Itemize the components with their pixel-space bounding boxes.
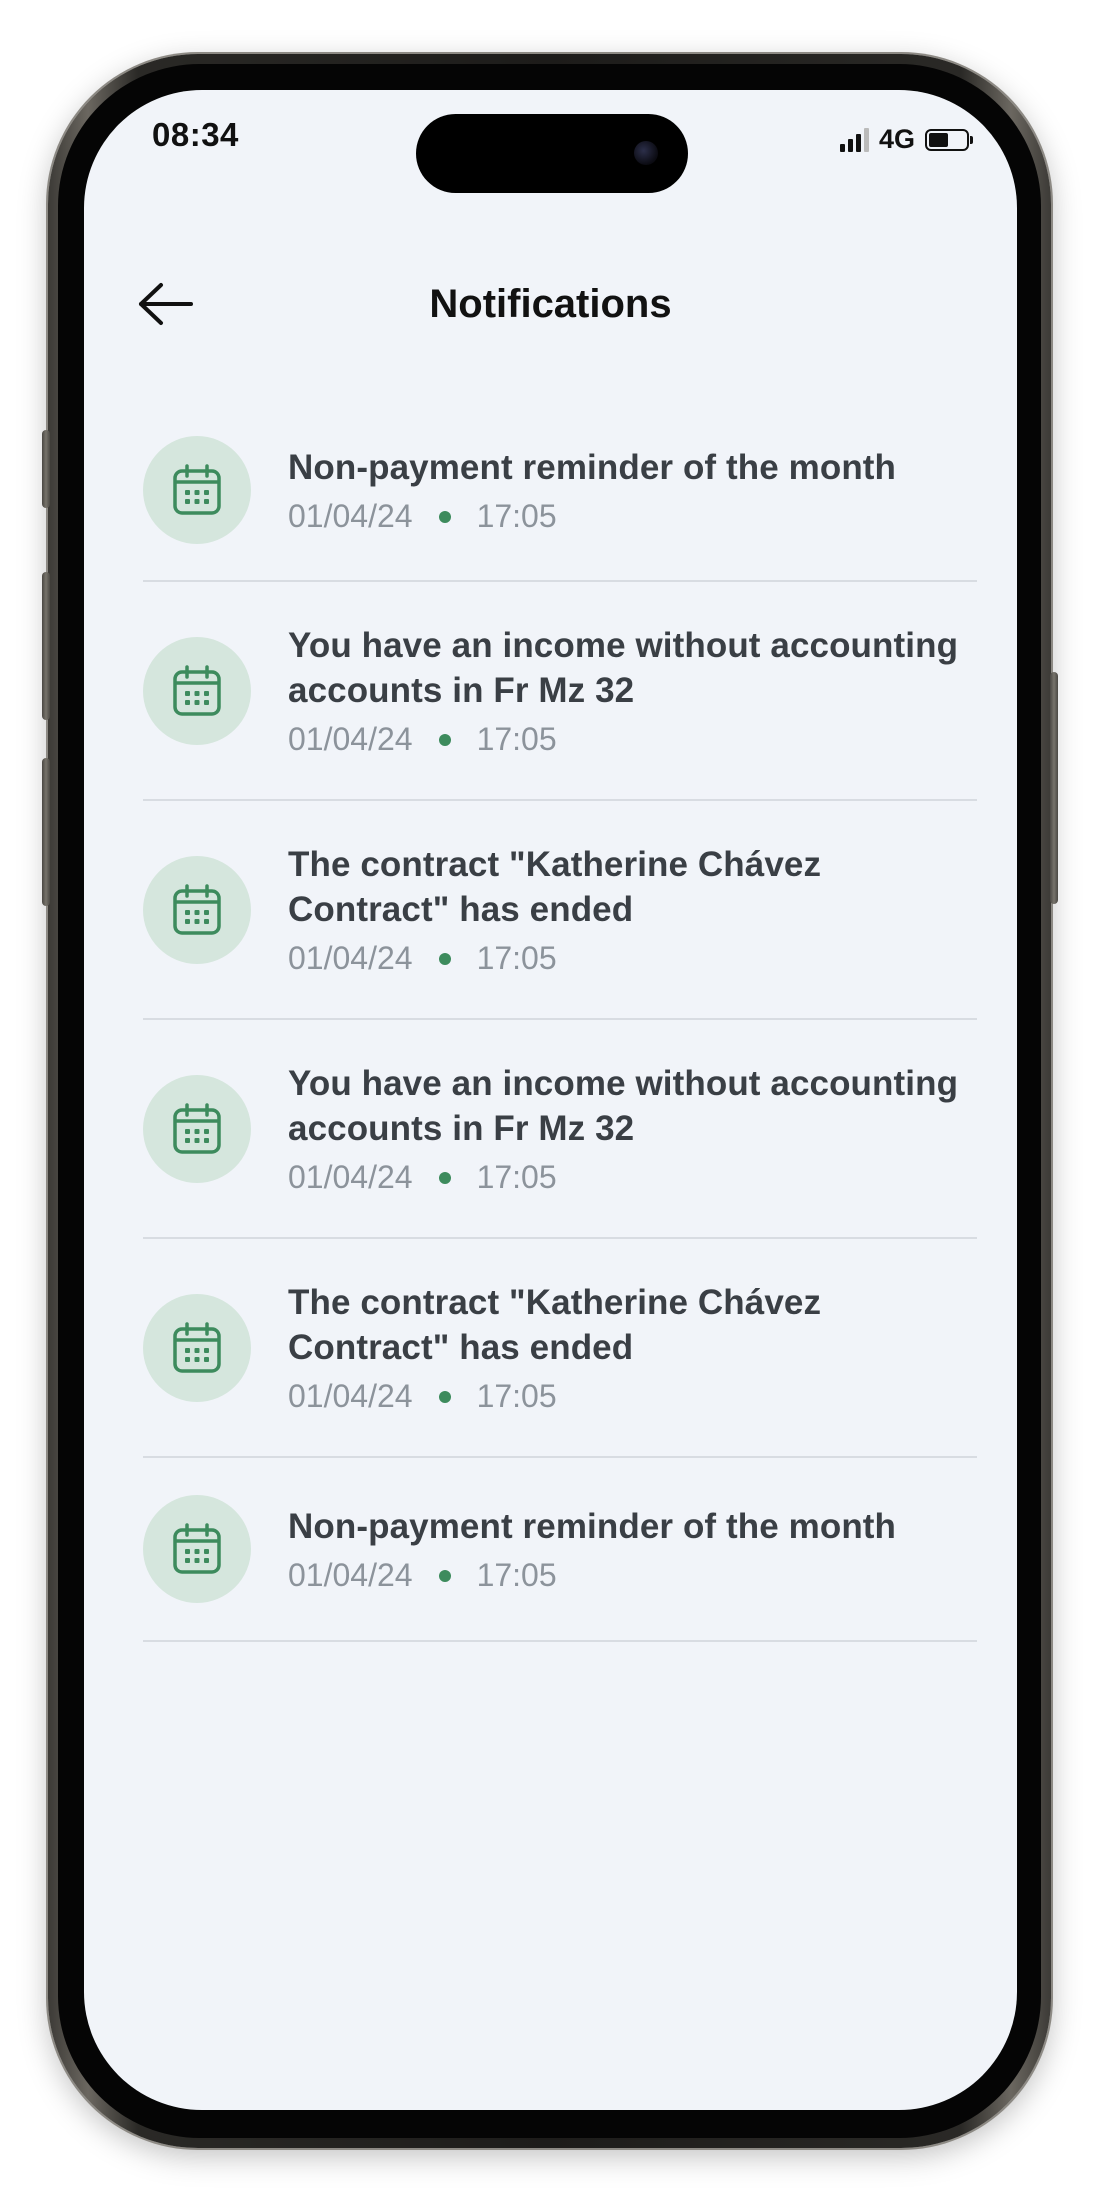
calendar-icon <box>173 1321 221 1373</box>
notification-date: 01/04/24 <box>288 1557 413 1593</box>
notification-date: 01/04/24 <box>288 940 413 976</box>
notification-icon-badge <box>143 1293 251 1402</box>
notification-date: 01/04/24 <box>288 1159 413 1195</box>
calendar-icon <box>173 1523 221 1574</box>
notification-content: The contract "Katherine Chávez Contract"… <box>288 1280 977 1415</box>
notification-time: 17:05 <box>476 1159 557 1195</box>
status-bar: 08:34 4G <box>84 90 1017 200</box>
notification-time: 17:05 <box>476 721 557 757</box>
notification-date: 01/04/24 <box>288 1378 413 1414</box>
calendar-icon <box>173 1102 221 1154</box>
separator-dot <box>438 1390 451 1403</box>
separator-dot <box>438 952 451 965</box>
calendar-icon <box>173 664 221 716</box>
volume-up-button <box>42 572 50 720</box>
notification-time: 17:05 <box>476 498 557 534</box>
notification-date: 01/04/24 <box>288 498 413 534</box>
notification-time: 17:05 <box>476 1378 557 1414</box>
volume-down-button <box>42 758 50 906</box>
calendar-icon <box>173 464 221 515</box>
notification-time: 17:05 <box>476 940 557 976</box>
notification-date: 01/04/24 <box>288 721 413 757</box>
dynamic-island <box>416 114 688 193</box>
page-title: Notifications <box>429 282 672 326</box>
notification-icon-badge <box>143 636 251 745</box>
notification-item[interactable]: Non-payment reminder of the month 01/04/… <box>143 400 977 582</box>
calendar-icon <box>173 883 221 935</box>
battery-level-fill <box>929 132 949 147</box>
notification-icon-badge <box>143 436 251 544</box>
notification-meta: 01/04/24 17:05 <box>288 940 977 977</box>
notification-list: Non-payment reminder of the month 01/04/… <box>143 400 977 1642</box>
notification-content: Non-payment reminder of the month 01/04/… <box>288 445 977 535</box>
notification-icon-badge <box>143 1495 251 1603</box>
status-indicators: 4G <box>839 124 973 155</box>
cellular-signal-icon <box>839 127 869 152</box>
notification-item[interactable]: The contract "Katherine Chávez Contract"… <box>143 1239 977 1458</box>
notification-title: Non-payment reminder of the month <box>288 448 897 487</box>
notification-content: Non-payment reminder of the month 01/04/… <box>288 1504 977 1594</box>
action-button <box>42 430 50 508</box>
notification-item[interactable]: You have an income without accounting ac… <box>143 1020 977 1239</box>
notification-title: Non-payment reminder of the month <box>288 1507 897 1546</box>
notification-meta: 01/04/24 17:05 <box>288 1557 977 1594</box>
app-screen: 08:34 4G Notifications Non-payment remin… <box>84 90 1017 2110</box>
notification-item[interactable]: Non-payment reminder of the month 01/04/… <box>143 1458 977 1642</box>
separator-dot <box>438 1171 451 1184</box>
battery-icon <box>925 128 973 151</box>
status-time: 08:34 <box>152 116 239 153</box>
notification-content: You have an income without accounting ac… <box>288 1061 977 1196</box>
notification-content: The contract "Katherine Chávez Contract"… <box>288 842 977 977</box>
notification-content: You have an income without accounting ac… <box>288 623 977 758</box>
notification-meta: 01/04/24 17:05 <box>288 1378 977 1415</box>
notification-meta: 01/04/24 17:05 <box>288 1159 977 1196</box>
notification-title: The contract "Katherine Chávez Contract"… <box>288 845 822 929</box>
power-button <box>1050 672 1058 904</box>
notification-title: You have an income without accounting ac… <box>288 1064 959 1148</box>
notification-meta: 01/04/24 17:05 <box>288 498 977 535</box>
separator-dot <box>438 1569 451 1582</box>
app-header: Notifications <box>84 270 1017 340</box>
notification-item[interactable]: You have an income without accounting ac… <box>143 582 977 801</box>
front-camera-icon <box>634 141 658 165</box>
separator-dot <box>438 510 451 523</box>
notification-meta: 01/04/24 17:05 <box>288 721 977 758</box>
notification-item[interactable]: The contract "Katherine Chávez Contract"… <box>143 801 977 1020</box>
network-type-label: 4G <box>878 124 915 154</box>
notification-icon-badge <box>143 855 251 964</box>
separator-dot <box>438 733 451 746</box>
notification-icon-badge <box>143 1074 251 1183</box>
notification-title: You have an income without accounting ac… <box>288 626 959 710</box>
notification-title: The contract "Katherine Chávez Contract"… <box>288 1283 822 1367</box>
notification-time: 17:05 <box>476 1557 557 1593</box>
